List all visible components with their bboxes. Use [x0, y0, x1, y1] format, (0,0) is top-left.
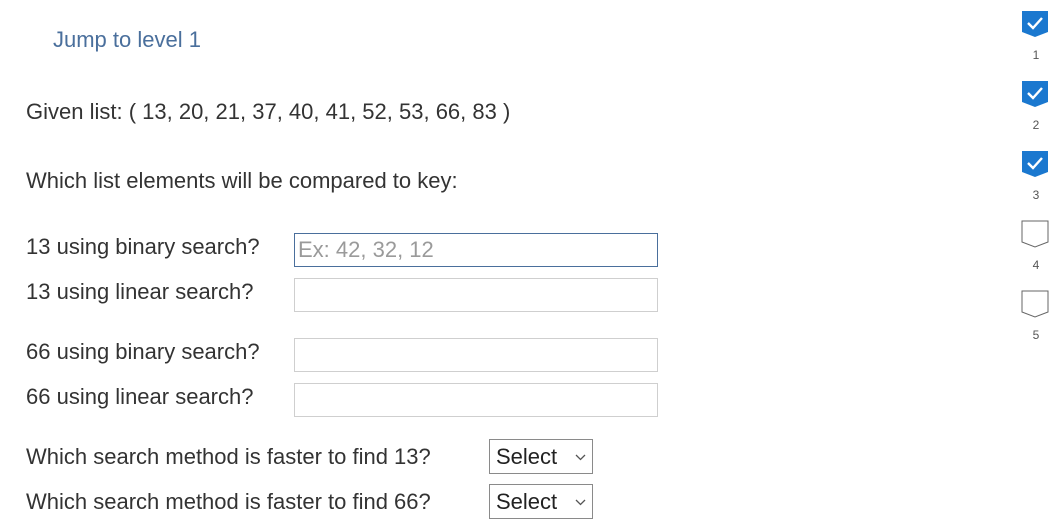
- level-number: 2: [1032, 118, 1040, 132]
- question-label-4: 66 using linear search?: [26, 384, 254, 409]
- level-number: 3: [1032, 188, 1040, 202]
- answer-input-66-linear[interactable]: [294, 383, 658, 417]
- select-value: Select: [496, 488, 558, 514]
- question-label-1: 13 using binary search?: [26, 234, 260, 259]
- level-number: 1: [1032, 48, 1040, 62]
- answer-input-66-binary[interactable]: [294, 338, 658, 372]
- chevron-down-icon: [575, 495, 586, 509]
- level-number: 5: [1032, 328, 1040, 342]
- select-label-13: Which search method is faster to find 13…: [26, 444, 431, 469]
- check-icon: [1021, 80, 1049, 108]
- faster-method-select-66[interactable]: Select: [489, 484, 593, 519]
- chevron-down-icon: [575, 450, 586, 464]
- question-label-3: 66 using binary search?: [26, 339, 260, 364]
- level-page: Jump to level 1 Given list: ( 13, 20, 21…: [0, 0, 1056, 531]
- level-3-indicator[interactable]: 3: [1021, 150, 1051, 202]
- level-number: 4: [1032, 258, 1040, 272]
- select-value: Select: [496, 443, 558, 469]
- level-2-indicator[interactable]: 2: [1021, 80, 1051, 132]
- given-list-text: Given list: ( 13, 20, 21, 37, 40, 41, 52…: [26, 99, 511, 124]
- question-heading: Which list elements will be compared to …: [26, 168, 458, 193]
- check-icon: [1021, 150, 1049, 178]
- question-label-2: 13 using linear search?: [26, 279, 254, 304]
- level-5-indicator[interactable]: 5: [1021, 290, 1051, 342]
- level-4-indicator[interactable]: 4: [1021, 220, 1051, 272]
- empty-badge-icon: [1021, 220, 1049, 248]
- empty-badge-icon: [1021, 290, 1049, 318]
- answer-input-13-linear[interactable]: [294, 278, 658, 312]
- level-1-indicator[interactable]: 1: [1021, 10, 1051, 62]
- faster-method-select-13[interactable]: Select: [489, 439, 593, 474]
- jump-to-level-link[interactable]: Jump to level 1: [53, 27, 201, 53]
- select-label-66: Which search method is faster to find 66…: [26, 489, 431, 514]
- answer-input-13-binary[interactable]: [294, 233, 658, 267]
- check-icon: [1021, 10, 1049, 38]
